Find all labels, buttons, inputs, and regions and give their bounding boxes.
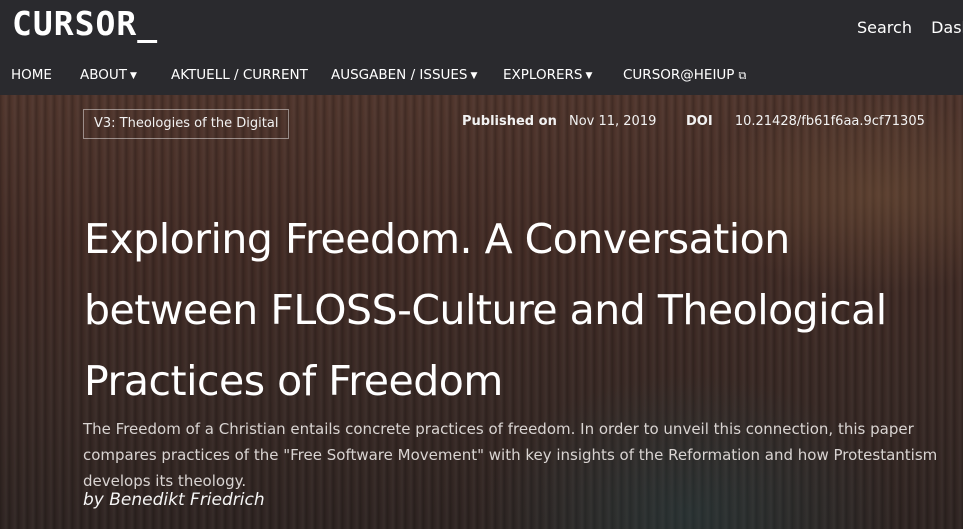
nav-item-about[interactable]: ABOUT ▼ bbox=[80, 67, 137, 83]
site-header: CURSOR_ Search Dash HOME ABOUT▼ AKTUELL … bbox=[0, 0, 963, 95]
issue-tag[interactable]: V3: Theologies of the Digital bbox=[83, 109, 290, 139]
article-abstract: The Freedom of a Christian entails concr… bbox=[83, 420, 938, 490]
nav-item-label: EXPLORERS bbox=[503, 67, 583, 83]
published-date: Nov 11, 2019 bbox=[568, 114, 657, 129]
nav-item-heiup[interactable]: CURSOR@HEIUP ⧉ bbox=[623, 67, 746, 83]
nav-item-label: ABOUT bbox=[80, 67, 128, 83]
main-nav: HOME ABOUT ▼ AKTUELL / CURRENT AUSGABEN /… bbox=[0, 67, 963, 87]
nav-item-current[interactable]: AKTUELL / CURRENT bbox=[171, 67, 308, 83]
nav-item-label: AUSGABEN / ISSUES bbox=[331, 67, 468, 83]
nav-item-home[interactable]: HOME bbox=[11, 67, 52, 83]
site-logo[interactable]: CURSOR_ bbox=[12, 4, 158, 43]
published-meta: Published on Nov 11, 2019 bbox=[462, 114, 656, 129]
article-byline[interactable]: by Benedikt Friedrich bbox=[83, 490, 265, 510]
article-title: Exploring Freedom. A Conversation betwee… bbox=[84, 215, 887, 406]
published-label: Published on bbox=[462, 114, 557, 129]
nav-item-label: HOME bbox=[11, 67, 52, 83]
nav-item-explorers[interactable]: EXPLORERS ▼ bbox=[503, 67, 592, 83]
external-link-icon: ⧉ bbox=[738, 69, 747, 82]
doi-label: DOI bbox=[686, 114, 713, 129]
doi-value[interactable]: 10.21428/fb61f6aa.9cf71305 bbox=[735, 114, 925, 129]
dashboard-link[interactable]: Dash bbox=[931, 18, 963, 37]
caret-down-icon: ▼ bbox=[470, 71, 478, 81]
doi-meta: DOI 10.21428/fb61f6aa.9cf71305 bbox=[686, 114, 925, 129]
nav-item-issues[interactable]: AUSGABEN / ISSUES ▼ bbox=[331, 67, 477, 83]
caret-down-icon: ▼ bbox=[130, 71, 137, 81]
header-actions: Search Dash bbox=[857, 18, 963, 37]
caret-down-icon: ▼ bbox=[585, 71, 593, 81]
nav-item-label: CURSOR@HEIUP bbox=[623, 67, 735, 83]
search-link[interactable]: Search bbox=[857, 18, 912, 37]
article-hero: V3: Theologies of the Digital Published … bbox=[0, 95, 963, 529]
nav-item-label: AKTUELL / CURRENT bbox=[171, 67, 308, 83]
